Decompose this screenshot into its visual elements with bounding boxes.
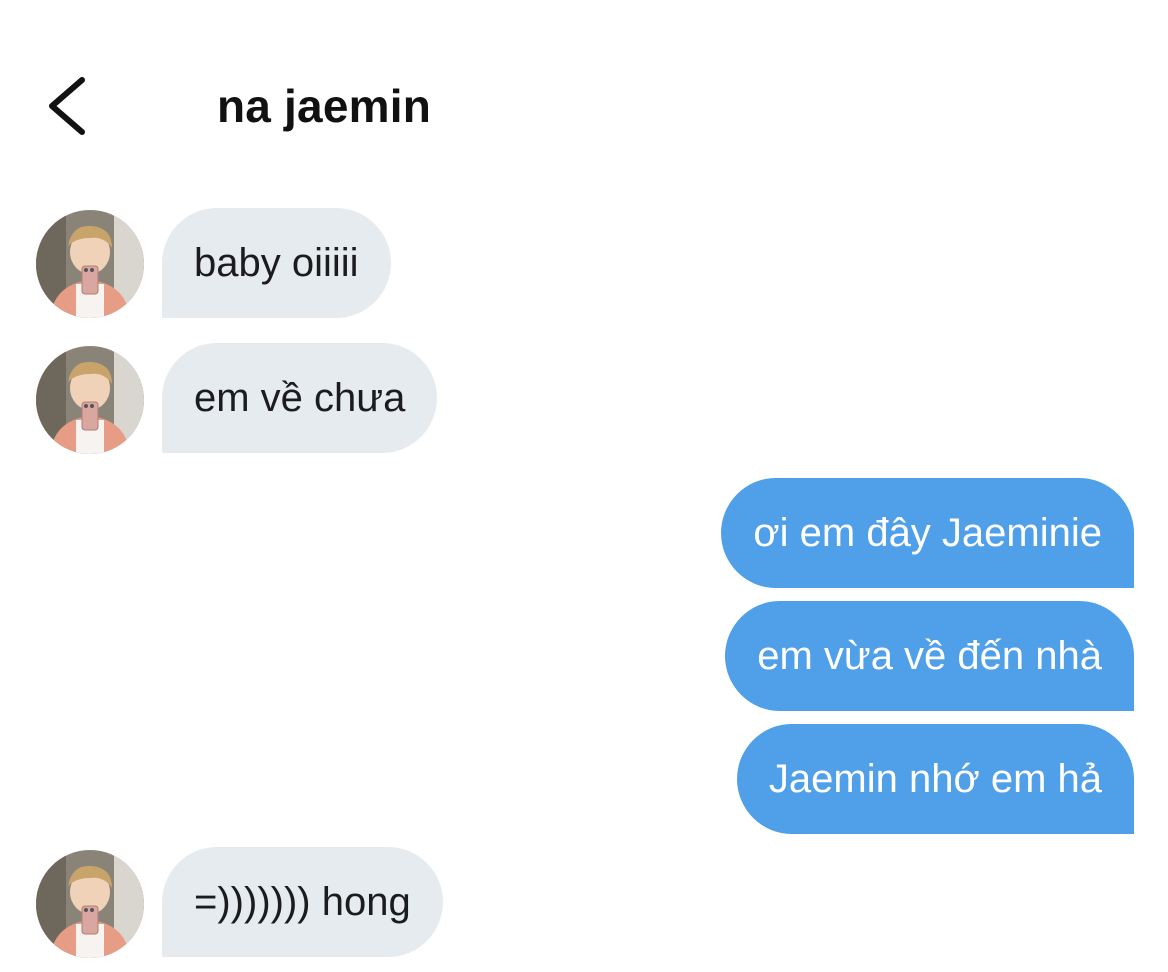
outgoing-message[interactable]: em vừa về đến nhà (725, 601, 1134, 711)
incoming-message[interactable]: em về chưa (162, 343, 438, 453)
contact-avatar[interactable] (36, 346, 144, 454)
incoming-message[interactable]: =))))))) hong (162, 847, 443, 957)
outgoing-message[interactable]: Jaemin nhớ em hả (736, 724, 1134, 834)
incoming-message[interactable]: baby oiiiii (162, 208, 391, 318)
contact-avatar[interactable] (36, 850, 144, 958)
outgoing-message[interactable]: ơi em đây Jaeminie (721, 478, 1134, 588)
back-button[interactable] (40, 74, 96, 138)
chat-header: na jaemin (0, 60, 1168, 156)
contact-name[interactable]: na jaemin (217, 80, 431, 132)
contact-avatar[interactable] (36, 210, 144, 318)
chevron-left-icon (49, 77, 85, 135)
